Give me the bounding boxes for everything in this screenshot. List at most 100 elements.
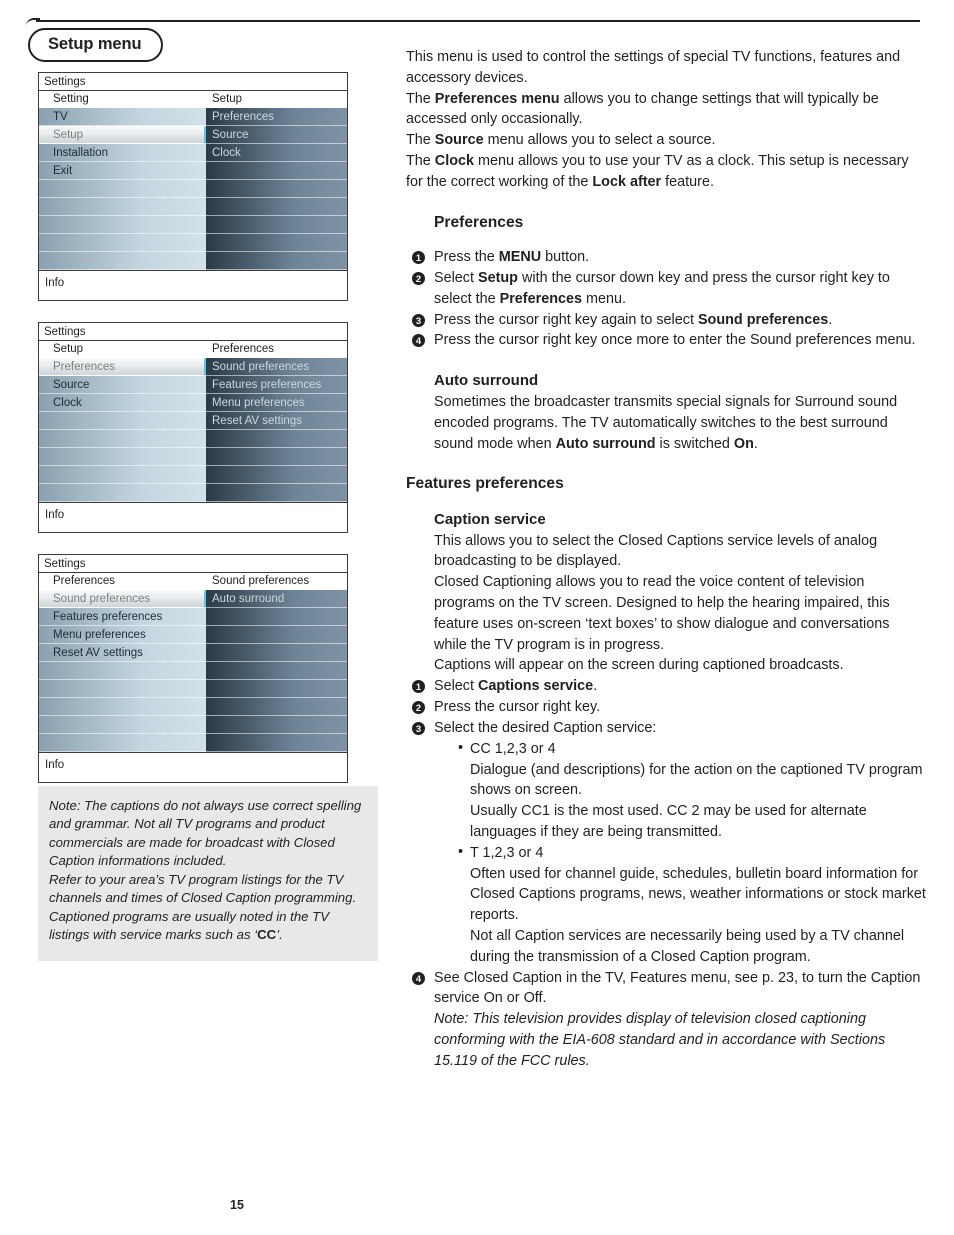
osd-right-header: Preferences [206,341,347,358]
osd-info-footer: Info [39,752,347,782]
heading-preferences: Preferences [434,213,524,231]
list-item: 1 Press the MENU button. [406,247,926,268]
osd-columns: Setting TV Setup Installation Exit Setup [39,91,347,270]
text-run-bold: MENU [498,249,542,266]
step-number-icon: 2 [412,701,425,715]
text-run: menu allows you to select a source. [483,132,716,149]
heading-features-preferences: Features preferences [406,475,564,493]
caption-service-paragraph-3: Captions will appear on the screen durin… [434,657,844,674]
text-run: is switched [655,435,734,452]
text-run-bold: Captions service [478,678,594,695]
osd-left-item[interactable]: Installation [39,144,206,162]
bullet-body: Not all Caption services are necessarily… [470,928,905,965]
step-number-icon: 2 [412,272,425,286]
caption-bullet-group: • CC 1,2,3 or 4 Dialogue (and description… [434,739,926,968]
osd-right-item[interactable]: Reset AV settings [206,412,347,430]
osd-right-item[interactable]: Source [206,126,347,144]
note-box-paragraph-2: Refer to your area’s TV program listings… [49,871,357,943]
step-number-icon: 3 [412,721,425,735]
osd-title: Settings [39,555,347,573]
preferences-step-list: 1 Press the MENU button. 2 Select Setup … [406,247,926,351]
osd-left-column: Setup Preferences Source Clock [39,341,206,502]
list-item: 4 See Closed Caption in the TV, Features… [406,968,926,1072]
osd-left-item[interactable]: TV [39,108,206,126]
text-run: . [593,678,598,695]
osd-right-column: Sound preferences Auto surround [206,573,347,752]
text-run: The [406,153,435,170]
osd-left-item[interactable]: Exit [39,162,206,180]
osd-right-item-empty [206,662,347,680]
bullet-dot-icon: • [458,739,464,756]
osd-left-item-selected[interactable]: Sound preferences [39,590,206,608]
intro-paragraph-3: The Source menu allows you to select a s… [406,130,926,151]
osd-left-column: Preferences Sound preferences Features p… [39,573,206,752]
caption-service-step-list: 1 Select Captions service. 2 Press the c… [406,676,926,1071]
osd-right-body: Preferences Source Clock [206,108,347,270]
osd-right-item-empty [206,430,347,448]
list-item: 3 Select the desired Caption service: • C… [406,718,926,968]
intro-paragraph-4: The Clock menu allows you to use your TV… [406,151,926,193]
list-item: 4 Press the cursor right key once more t… [406,330,926,351]
osd-left-item[interactable]: Reset AV settings [39,644,206,662]
caption-service-paragraph-2: Closed Captioning allows you to read the… [434,574,890,653]
osd-left-column: Setting TV Setup Installation Exit [39,91,206,270]
osd-right-item[interactable]: Preferences [206,108,347,126]
osd-right-item-empty [206,466,347,484]
osd-right-column: Preferences Sound preferences Features p… [206,341,347,502]
osd-right-header: Sound preferences [206,573,347,590]
step-number-icon: 4 [412,334,425,348]
step-number-icon: 1 [412,680,425,694]
bullet-item: • CC 1,2,3 or 4 [456,739,926,760]
intro-paragraph-1: This menu is used to control the setting… [406,49,901,86]
osd-right-item[interactable]: Menu preferences [206,394,347,412]
text-run: Press the cursor right key again to sele… [434,311,698,328]
osd-right-item-empty [206,698,347,716]
osd-title: Settings [39,73,347,91]
text-run: Press the cursor right key once more to … [434,332,916,349]
note-box: Note: The captions do not always use cor… [38,786,378,961]
osd-right-item[interactable]: Clock [206,144,347,162]
osd-left-item[interactable]: Menu preferences [39,626,206,644]
osd-left-item[interactable]: Source [39,376,206,394]
osd-right-item-empty [206,448,347,466]
osd-right-item-empty [206,180,347,198]
auto-surround-body: Sometimes the broadcaster transmits spec… [406,392,926,454]
osd-right-item[interactable]: Sound preferences [206,358,347,376]
osd-left-item[interactable]: Clock [39,394,206,412]
osd-right-item-empty [206,680,347,698]
osd-left-item[interactable]: Features preferences [39,608,206,626]
bullet-item: • T 1,2,3 or 4 [456,843,926,864]
text-run: button. [541,249,590,266]
cc-mark: CC [257,927,277,943]
osd-right-header: Setup [206,91,347,108]
osd-left-body: Sound preferences Features preferences M… [39,590,206,752]
osd-right-item[interactable]: Auto surround [206,590,347,608]
bullet-body: Usually CC1 is the most used. CC 2 may b… [470,803,867,840]
list-item: 1 Select Captions service. [406,676,926,697]
osd-left-item-selected[interactable]: Preferences [39,358,206,376]
text-run-bold: Source [434,132,484,149]
osd-right-item[interactable]: Features preferences [206,376,347,394]
osd-left-item-selected[interactable]: Setup [39,126,206,144]
text-run-bold: Sound preferences [697,311,829,328]
osd-right-item-empty [206,734,347,752]
osd-left-item-empty [39,234,206,252]
text-run: feature. [661,173,714,190]
osd-left-body: Preferences Source Clock [39,358,206,502]
osd-left-header: Setup [39,341,206,358]
osd-info-footer: Info [39,502,347,532]
text-run: The [406,90,435,107]
osd-right-item-empty [206,216,347,234]
osd-left-header: Setting [39,91,206,108]
osd-right-item-empty [206,484,347,502]
section-tab: Setup menu [28,28,164,63]
osd-right-item-empty [206,608,347,626]
osd-left-item-empty [39,716,206,734]
caption-service-paragraph-1: This allows you to select the Closed Cap… [434,532,878,570]
list-item: 2 Select Setup with the cursor down key … [406,268,926,310]
osd-left-item-empty [39,698,206,716]
osd-left-item-empty [39,180,206,198]
osd-right-body: Auto surround [206,590,347,752]
osd-left-header: Preferences [39,573,206,590]
osd-left-item-empty [39,198,206,216]
